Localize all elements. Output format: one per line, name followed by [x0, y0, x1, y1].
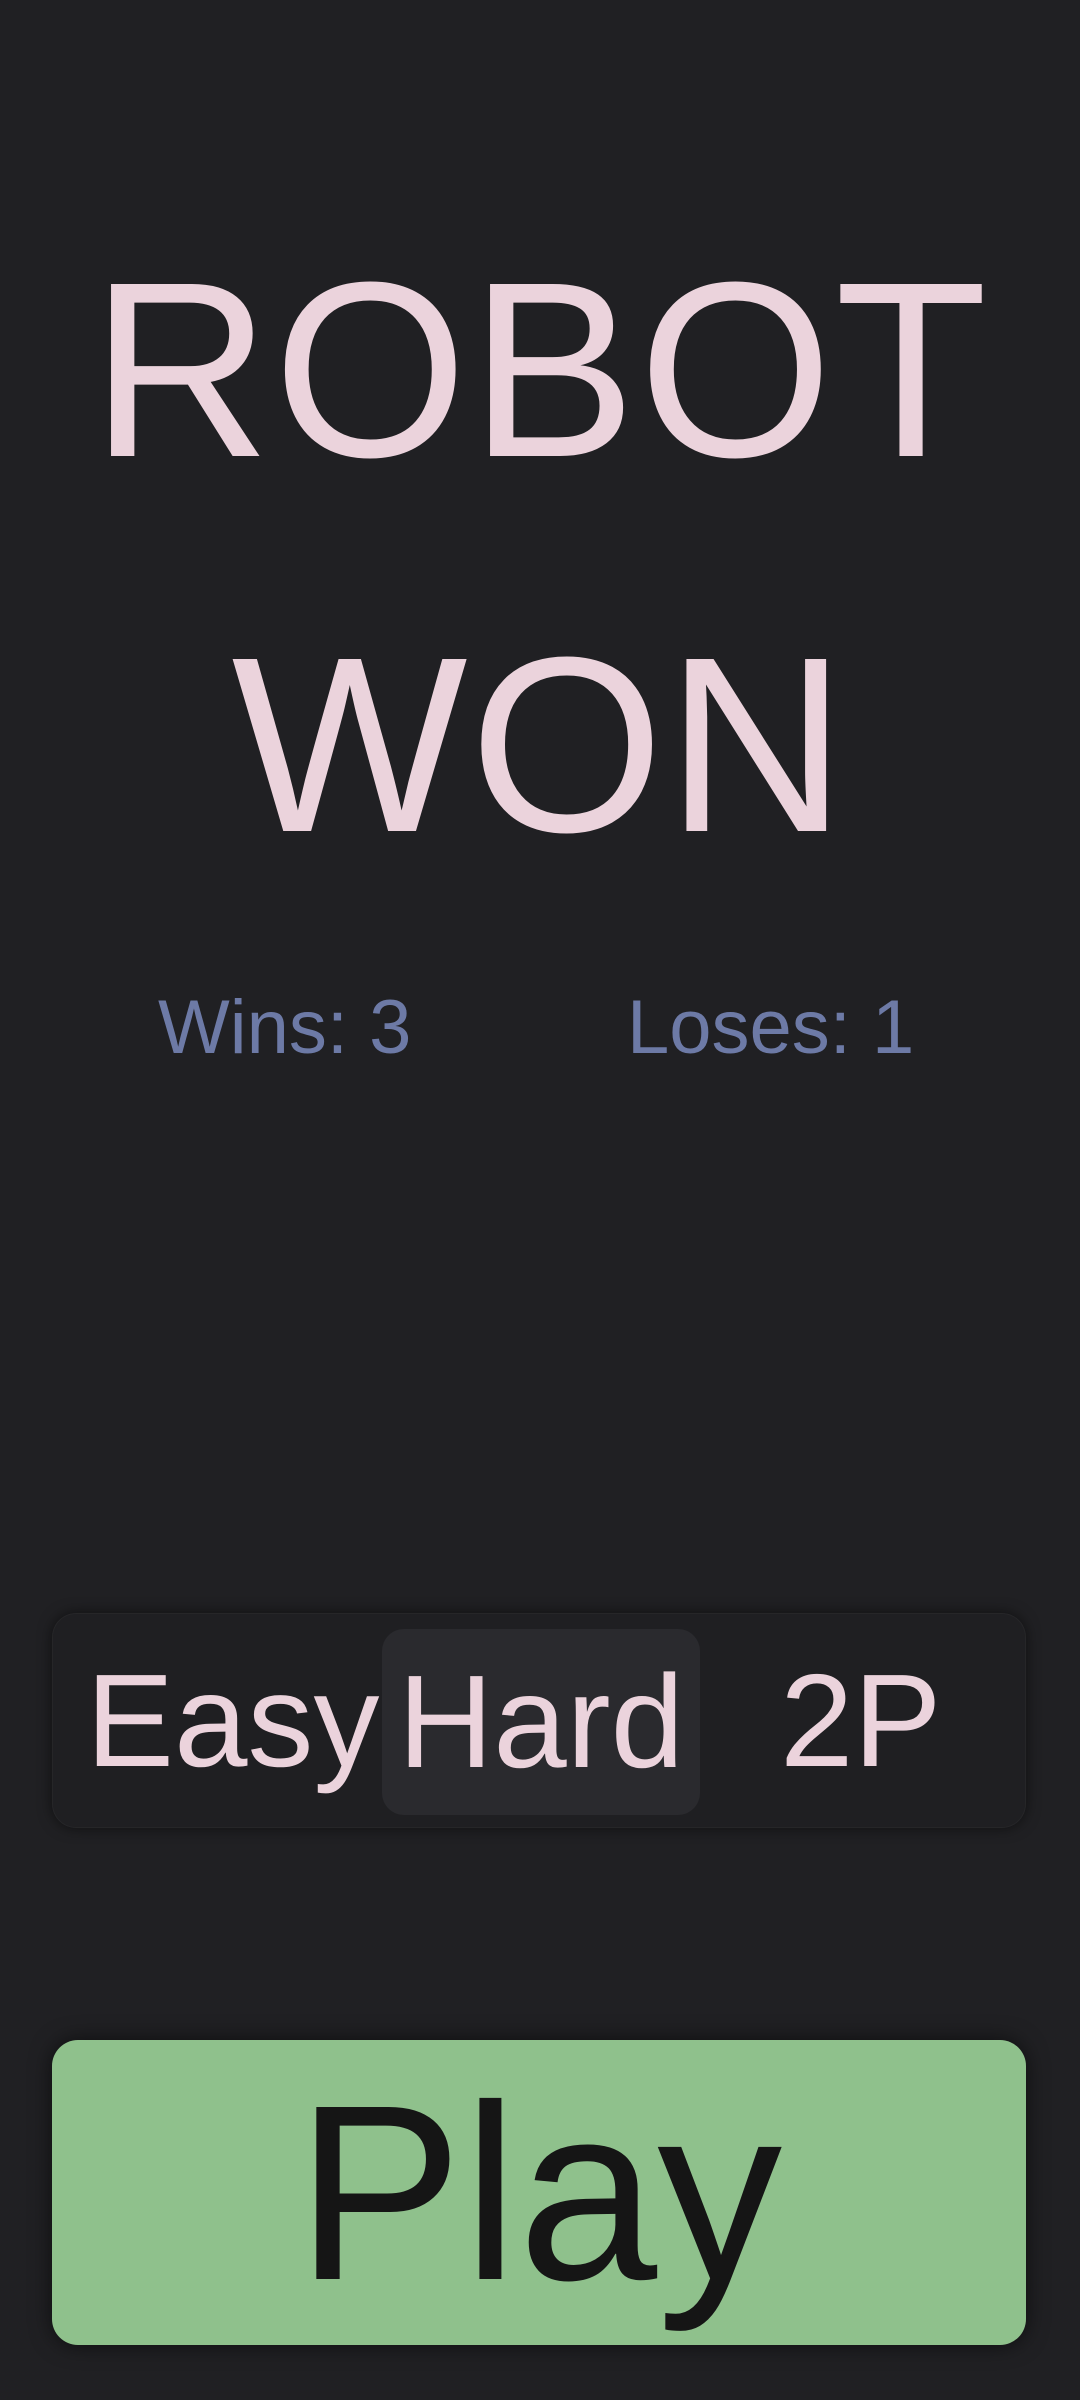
- difficulty-option-easy[interactable]: Easy: [86, 1613, 386, 1828]
- loses-counter: Loses: 1: [627, 985, 915, 1070]
- play-button[interactable]: Play: [52, 2040, 1026, 2345]
- difficulty-selector: Easy Hard 2P: [52, 1613, 1026, 1828]
- result-title-line-2: WON: [231, 605, 849, 884]
- crescent-moon-icon: [930, 80, 990, 150]
- theme-toggle-button[interactable]: [930, 80, 990, 150]
- difficulty-option-hard[interactable]: Hard: [382, 1629, 700, 1815]
- difficulty-option-2p[interactable]: 2P: [780, 1613, 980, 1828]
- wins-counter: Wins: 3: [158, 985, 412, 1070]
- result-title-line-1: ROBOT: [90, 230, 990, 509]
